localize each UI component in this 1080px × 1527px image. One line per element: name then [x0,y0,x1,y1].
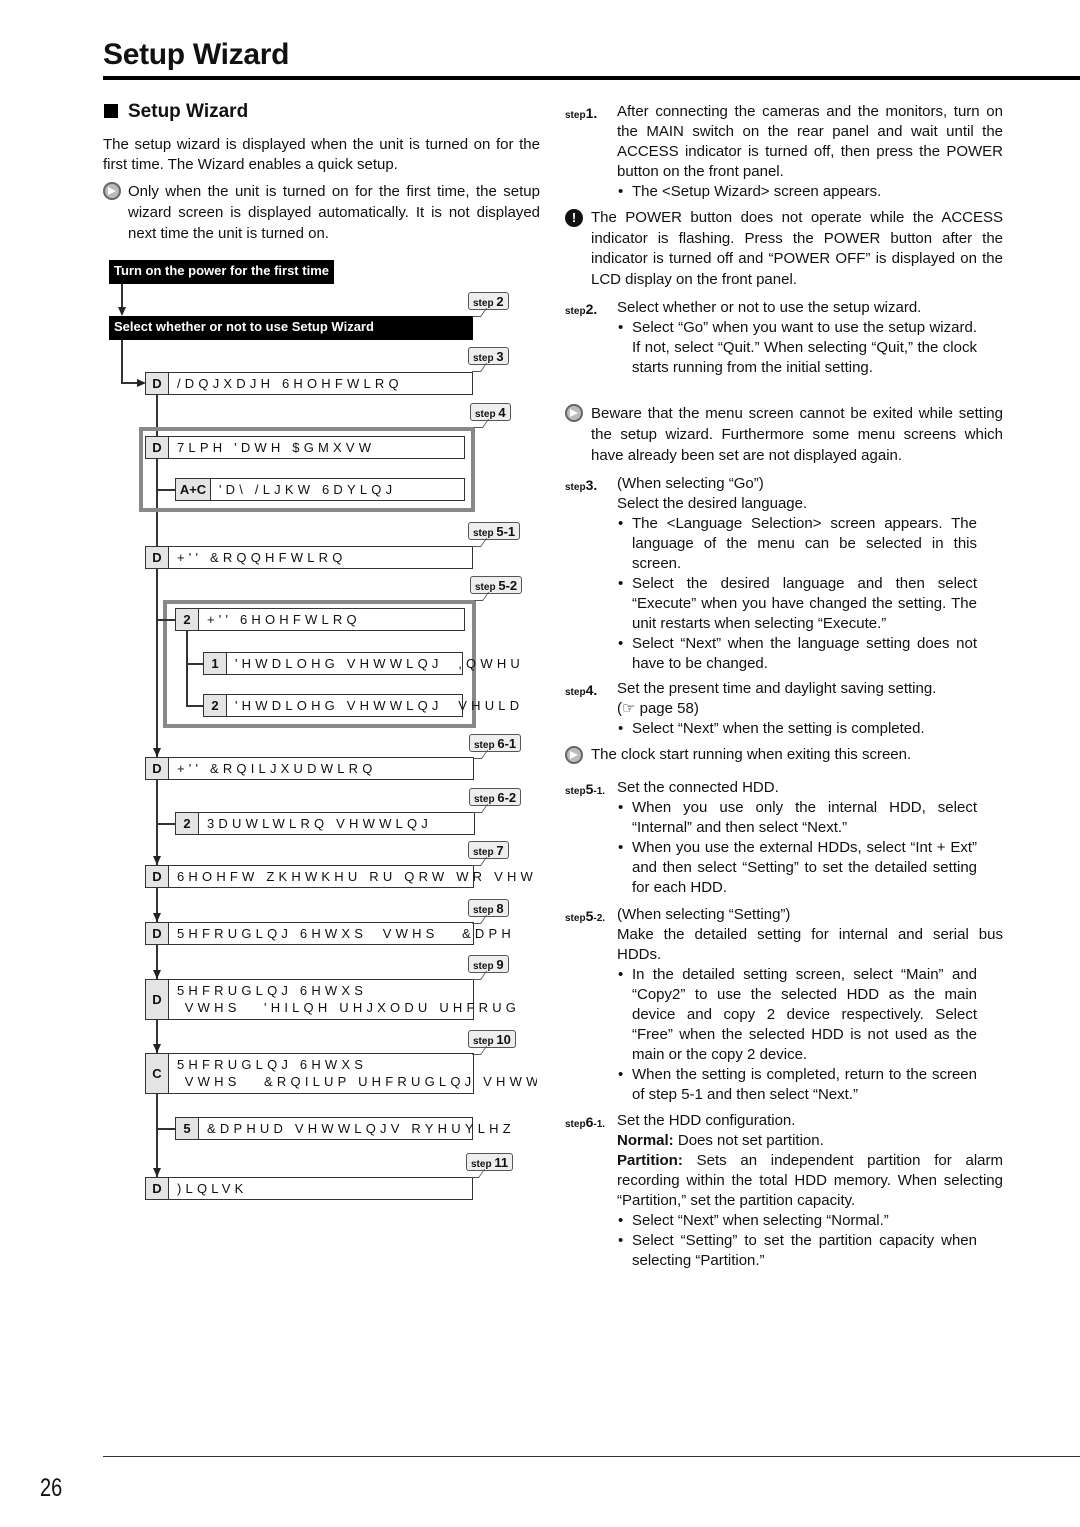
arrow-down-icon [153,1168,161,1177]
flow-box-finish: D)LQLVK [145,1177,473,1200]
flow-box-time-date: D 7LPH 'DWH $GMXVW [145,436,465,459]
arrow-down-icon [153,856,161,865]
step-2: step2. Select whether or not to use the … [565,298,1003,378]
step-callout-7: step 7 [468,841,509,859]
page-reference-link[interactable]: (☞ page 58) [617,699,1003,719]
step-5-2: step5-2. (When selecting “Setting”) Make… [565,905,1003,1105]
step-5-1: step5-1. Set the connected HDD. When you… [565,778,1003,898]
step-callout-3: step 3 [468,347,509,365]
step-callout-9: step 9 [468,955,509,973]
connector [121,340,123,383]
step-callout-2: step 2 [468,292,509,310]
flow-select-wizard: Select whether or not to use Setup Wizar… [109,316,473,340]
footer-rule [103,1456,1080,1457]
step-callout-5-2: step 5-2 [470,576,523,594]
step-callout-5-1: step 5-1 [468,522,521,540]
section-title: Setup Wizard [128,101,249,122]
title-rule [103,76,1080,80]
flow-box-recording-step1: D 5HFRUGLQJ 6HWXS VWHS &DPH [145,922,511,945]
connector [121,382,138,384]
arrow-down-icon [118,307,126,316]
warning-note: ! The POWER button does not operate whil… [565,208,1003,290]
flow-box-normal-select: D6HOHFW ZKHWKHU RU QRW WR VHW QRU [145,865,533,888]
step-3: step3. (When selecting “Go”) Select the … [565,474,1003,674]
arrow-down-icon [153,970,161,979]
intro-note-text: Only when the unit is turned on for the … [128,183,540,242]
square-bullet-icon [104,104,118,118]
connector [156,489,175,491]
flow-box-detailed-serial: 2 'HWDLOHG VHWWLQJ VHULD [203,694,519,717]
step-callout-11: step 11 [466,1153,514,1171]
intro-note: Only when the unit is turned on for the … [103,181,540,244]
section-heading: Setup Wizard [104,101,248,123]
step-4: step4. Set the present time and daylight… [565,679,1003,739]
intro-text: The setup wizard is displayed when the u… [103,136,540,173]
flow-box-hdd-config: D +'' &RQILJXUDWLRQ [145,757,474,780]
flow-box-hdd-selection: 2 +'' 6HOHFWLRQ [175,608,465,631]
flow-box-detailed-internal: 1 'HWDLOHG VHWWLQJ ,QWHU [203,652,520,675]
warning-icon: ! [565,209,583,227]
step-callout-6-1: step 6-1 [469,734,522,752]
connector [186,663,203,665]
note-arrow-icon [565,404,583,422]
connector [156,619,175,621]
note-arrow-icon [565,746,583,764]
step-callout-4: step 4 [470,403,511,421]
note-arrow-icon [103,182,121,200]
step-callout-8: step 8 [468,899,509,917]
connector [186,705,203,707]
setup-flowchart: Turn on the power for the first time Sel… [100,250,537,1220]
note-clock: The clock start running when exiting thi… [565,745,1003,765]
flow-box-partition: 2 3DUWLWLRQ VHWWLQJ [175,812,475,835]
arrow-down-icon [153,1044,161,1053]
page-title: Setup Wizard [103,38,290,71]
flow-box-recording-step2: D 5HFRUGLQJ 6HWXS VWHS 'HILQH UHJXODU UHF… [145,979,516,1020]
arrow-down-icon [153,748,161,757]
step-1: step1. After connecting the cameras and … [565,102,1003,202]
note-menu: Beware that the menu screen cannot be ex… [565,403,1003,466]
flow-start: Turn on the power for the first time [109,260,334,284]
step-6-1: step6-1. Set the HDD configuration. Norm… [565,1111,1003,1271]
flow-box-camera-overview: 5 &DPHUD VHWWLQJV RYHUYLHZ [175,1117,511,1140]
step-callout-10: step 10 [468,1030,516,1048]
flow-box-hdd-connection: D +'' &RQQHFWLRQ [145,546,473,569]
flow-box-language: D/DQJXDJH 6HOHFWLRQ [145,372,473,395]
arrow-down-icon [153,913,161,922]
connector [121,284,123,308]
page-number: 26 [40,1474,63,1502]
connector [186,631,188,707]
step-callout-6-2: step 6-2 [469,788,522,806]
flow-box-daylight: A+C 'D\ /LJKW 6DYLQJ [175,478,465,501]
connector [156,823,175,825]
connector [156,1128,175,1130]
flow-box-recording-step3: C 5HFRUGLQJ 6HWXS VWHS &RQILUP UHFRUGLQJ … [145,1053,537,1094]
